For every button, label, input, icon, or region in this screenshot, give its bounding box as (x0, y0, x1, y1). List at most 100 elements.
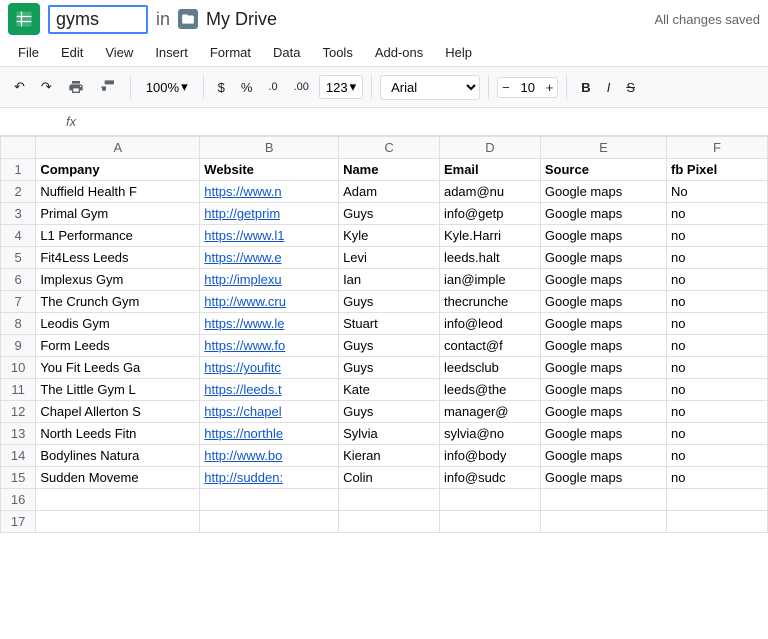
cell-a9[interactable]: Form Leeds (36, 335, 200, 357)
zoom-control[interactable]: 100% ▾ (139, 75, 195, 99)
cell-d14[interactable]: info@body (439, 445, 540, 467)
cell-b2[interactable]: https://www.n (200, 181, 339, 203)
decimal-decrease-button[interactable]: .0 (262, 77, 283, 97)
cell-c3[interactable]: Guys (339, 203, 440, 225)
row-number[interactable]: 15 (1, 467, 36, 489)
cell-f6[interactable]: no (667, 269, 768, 291)
cell-c15[interactable]: Colin (339, 467, 440, 489)
cell-d5[interactable]: leeds.halt (439, 247, 540, 269)
cell-a11[interactable]: The Little Gym L (36, 379, 200, 401)
cell-e17[interactable] (540, 511, 666, 533)
cell-d4[interactable]: Kyle.Harri (439, 225, 540, 247)
cell-b17[interactable] (200, 511, 339, 533)
cell-c7[interactable]: Guys (339, 291, 440, 313)
cell-d1[interactable]: Email (439, 159, 540, 181)
cell-c2[interactable]: Adam (339, 181, 440, 203)
col-header-e[interactable]: E (540, 137, 666, 159)
cell-d6[interactable]: ian@imple (439, 269, 540, 291)
row-number[interactable]: 11 (1, 379, 36, 401)
cell-d2[interactable]: adam@nu (439, 181, 540, 203)
row-number[interactable]: 3 (1, 203, 36, 225)
cell-d16[interactable] (439, 489, 540, 511)
cell-a8[interactable]: Leodis Gym (36, 313, 200, 335)
cell-f10[interactable]: no (667, 357, 768, 379)
cell-e3[interactable]: Google maps (540, 203, 666, 225)
row-number[interactable]: 5 (1, 247, 36, 269)
row-number[interactable]: 13 (1, 423, 36, 445)
cell-a17[interactable] (36, 511, 200, 533)
cell-d3[interactable]: info@getp (439, 203, 540, 225)
percent-button[interactable]: % (235, 76, 259, 99)
cell-f8[interactable]: no (667, 313, 768, 335)
formula-input[interactable] (84, 114, 760, 129)
row-number[interactable]: 4 (1, 225, 36, 247)
font-size-decrease-button[interactable]: − (498, 78, 514, 97)
row-number[interactable]: 9 (1, 335, 36, 357)
cell-d11[interactable]: leeds@the (439, 379, 540, 401)
cell-d8[interactable]: info@leod (439, 313, 540, 335)
doc-title-input[interactable] (48, 5, 148, 34)
cell-b12[interactable]: https://chapel (200, 401, 339, 423)
cell-c8[interactable]: Stuart (339, 313, 440, 335)
row-number[interactable]: 10 (1, 357, 36, 379)
col-header-b[interactable]: B (200, 137, 339, 159)
cell-a12[interactable]: Chapel Allerton S (36, 401, 200, 423)
cell-a16[interactable] (36, 489, 200, 511)
cell-c5[interactable]: Levi (339, 247, 440, 269)
row-number[interactable]: 12 (1, 401, 36, 423)
menu-tools[interactable]: Tools (312, 41, 362, 64)
bold-button[interactable]: B (575, 76, 596, 99)
cell-b13[interactable]: https://northle (200, 423, 339, 445)
col-header-d[interactable]: D (439, 137, 540, 159)
cell-a10[interactable]: You Fit Leeds Ga (36, 357, 200, 379)
cell-d13[interactable]: sylvia@no (439, 423, 540, 445)
cell-e14[interactable]: Google maps (540, 445, 666, 467)
cell-d7[interactable]: thecrunche (439, 291, 540, 313)
cell-a6[interactable]: Implexus Gym (36, 269, 200, 291)
cell-b6[interactable]: http://implexu (200, 269, 339, 291)
cell-c14[interactable]: Kieran (339, 445, 440, 467)
row-number[interactable]: 8 (1, 313, 36, 335)
cell-e1[interactable]: Source (540, 159, 666, 181)
cell-b3[interactable]: http://getprim (200, 203, 339, 225)
cell-d10[interactable]: leedsclub (439, 357, 540, 379)
currency-button[interactable]: $ (212, 76, 231, 99)
cell-a13[interactable]: North Leeds Fitn (36, 423, 200, 445)
cell-e9[interactable]: Google maps (540, 335, 666, 357)
cell-e10[interactable]: Google maps (540, 357, 666, 379)
cell-c10[interactable]: Guys (339, 357, 440, 379)
cell-b16[interactable] (200, 489, 339, 511)
cell-d12[interactable]: manager@ (439, 401, 540, 423)
font-size-increase-button[interactable]: + (542, 78, 558, 97)
cell-e6[interactable]: Google maps (540, 269, 666, 291)
cell-c13[interactable]: Sylvia (339, 423, 440, 445)
cell-a5[interactable]: Fit4Less Leeds (36, 247, 200, 269)
row-number[interactable]: 6 (1, 269, 36, 291)
cell-e7[interactable]: Google maps (540, 291, 666, 313)
cell-b15[interactable]: http://sudden: (200, 467, 339, 489)
cell-d17[interactable] (439, 511, 540, 533)
cell-e12[interactable]: Google maps (540, 401, 666, 423)
cell-e13[interactable]: Google maps (540, 423, 666, 445)
cell-e16[interactable] (540, 489, 666, 511)
cell-f9[interactable]: no (667, 335, 768, 357)
cell-a7[interactable]: The Crunch Gym (36, 291, 200, 313)
cell-b4[interactable]: https://www.l1 (200, 225, 339, 247)
cell-a14[interactable]: Bodylines Natura (36, 445, 200, 467)
cell-e5[interactable]: Google maps (540, 247, 666, 269)
row-number[interactable]: 16 (1, 489, 36, 511)
cell-f15[interactable]: no (667, 467, 768, 489)
cell-f17[interactable] (667, 511, 768, 533)
cell-e8[interactable]: Google maps (540, 313, 666, 335)
cell-f12[interactable]: no (667, 401, 768, 423)
row-number[interactable]: 1 (1, 159, 36, 181)
cell-b7[interactable]: http://www.cru (200, 291, 339, 313)
cell-b5[interactable]: https://www.e (200, 247, 339, 269)
cell-d9[interactable]: contact@f (439, 335, 540, 357)
decimal-increase-button[interactable]: .00 (288, 77, 315, 97)
cell-f14[interactable]: no (667, 445, 768, 467)
cell-f7[interactable]: no (667, 291, 768, 313)
menu-addons[interactable]: Add-ons (365, 41, 433, 64)
row-number[interactable]: 14 (1, 445, 36, 467)
cell-a3[interactable]: Primal Gym (36, 203, 200, 225)
